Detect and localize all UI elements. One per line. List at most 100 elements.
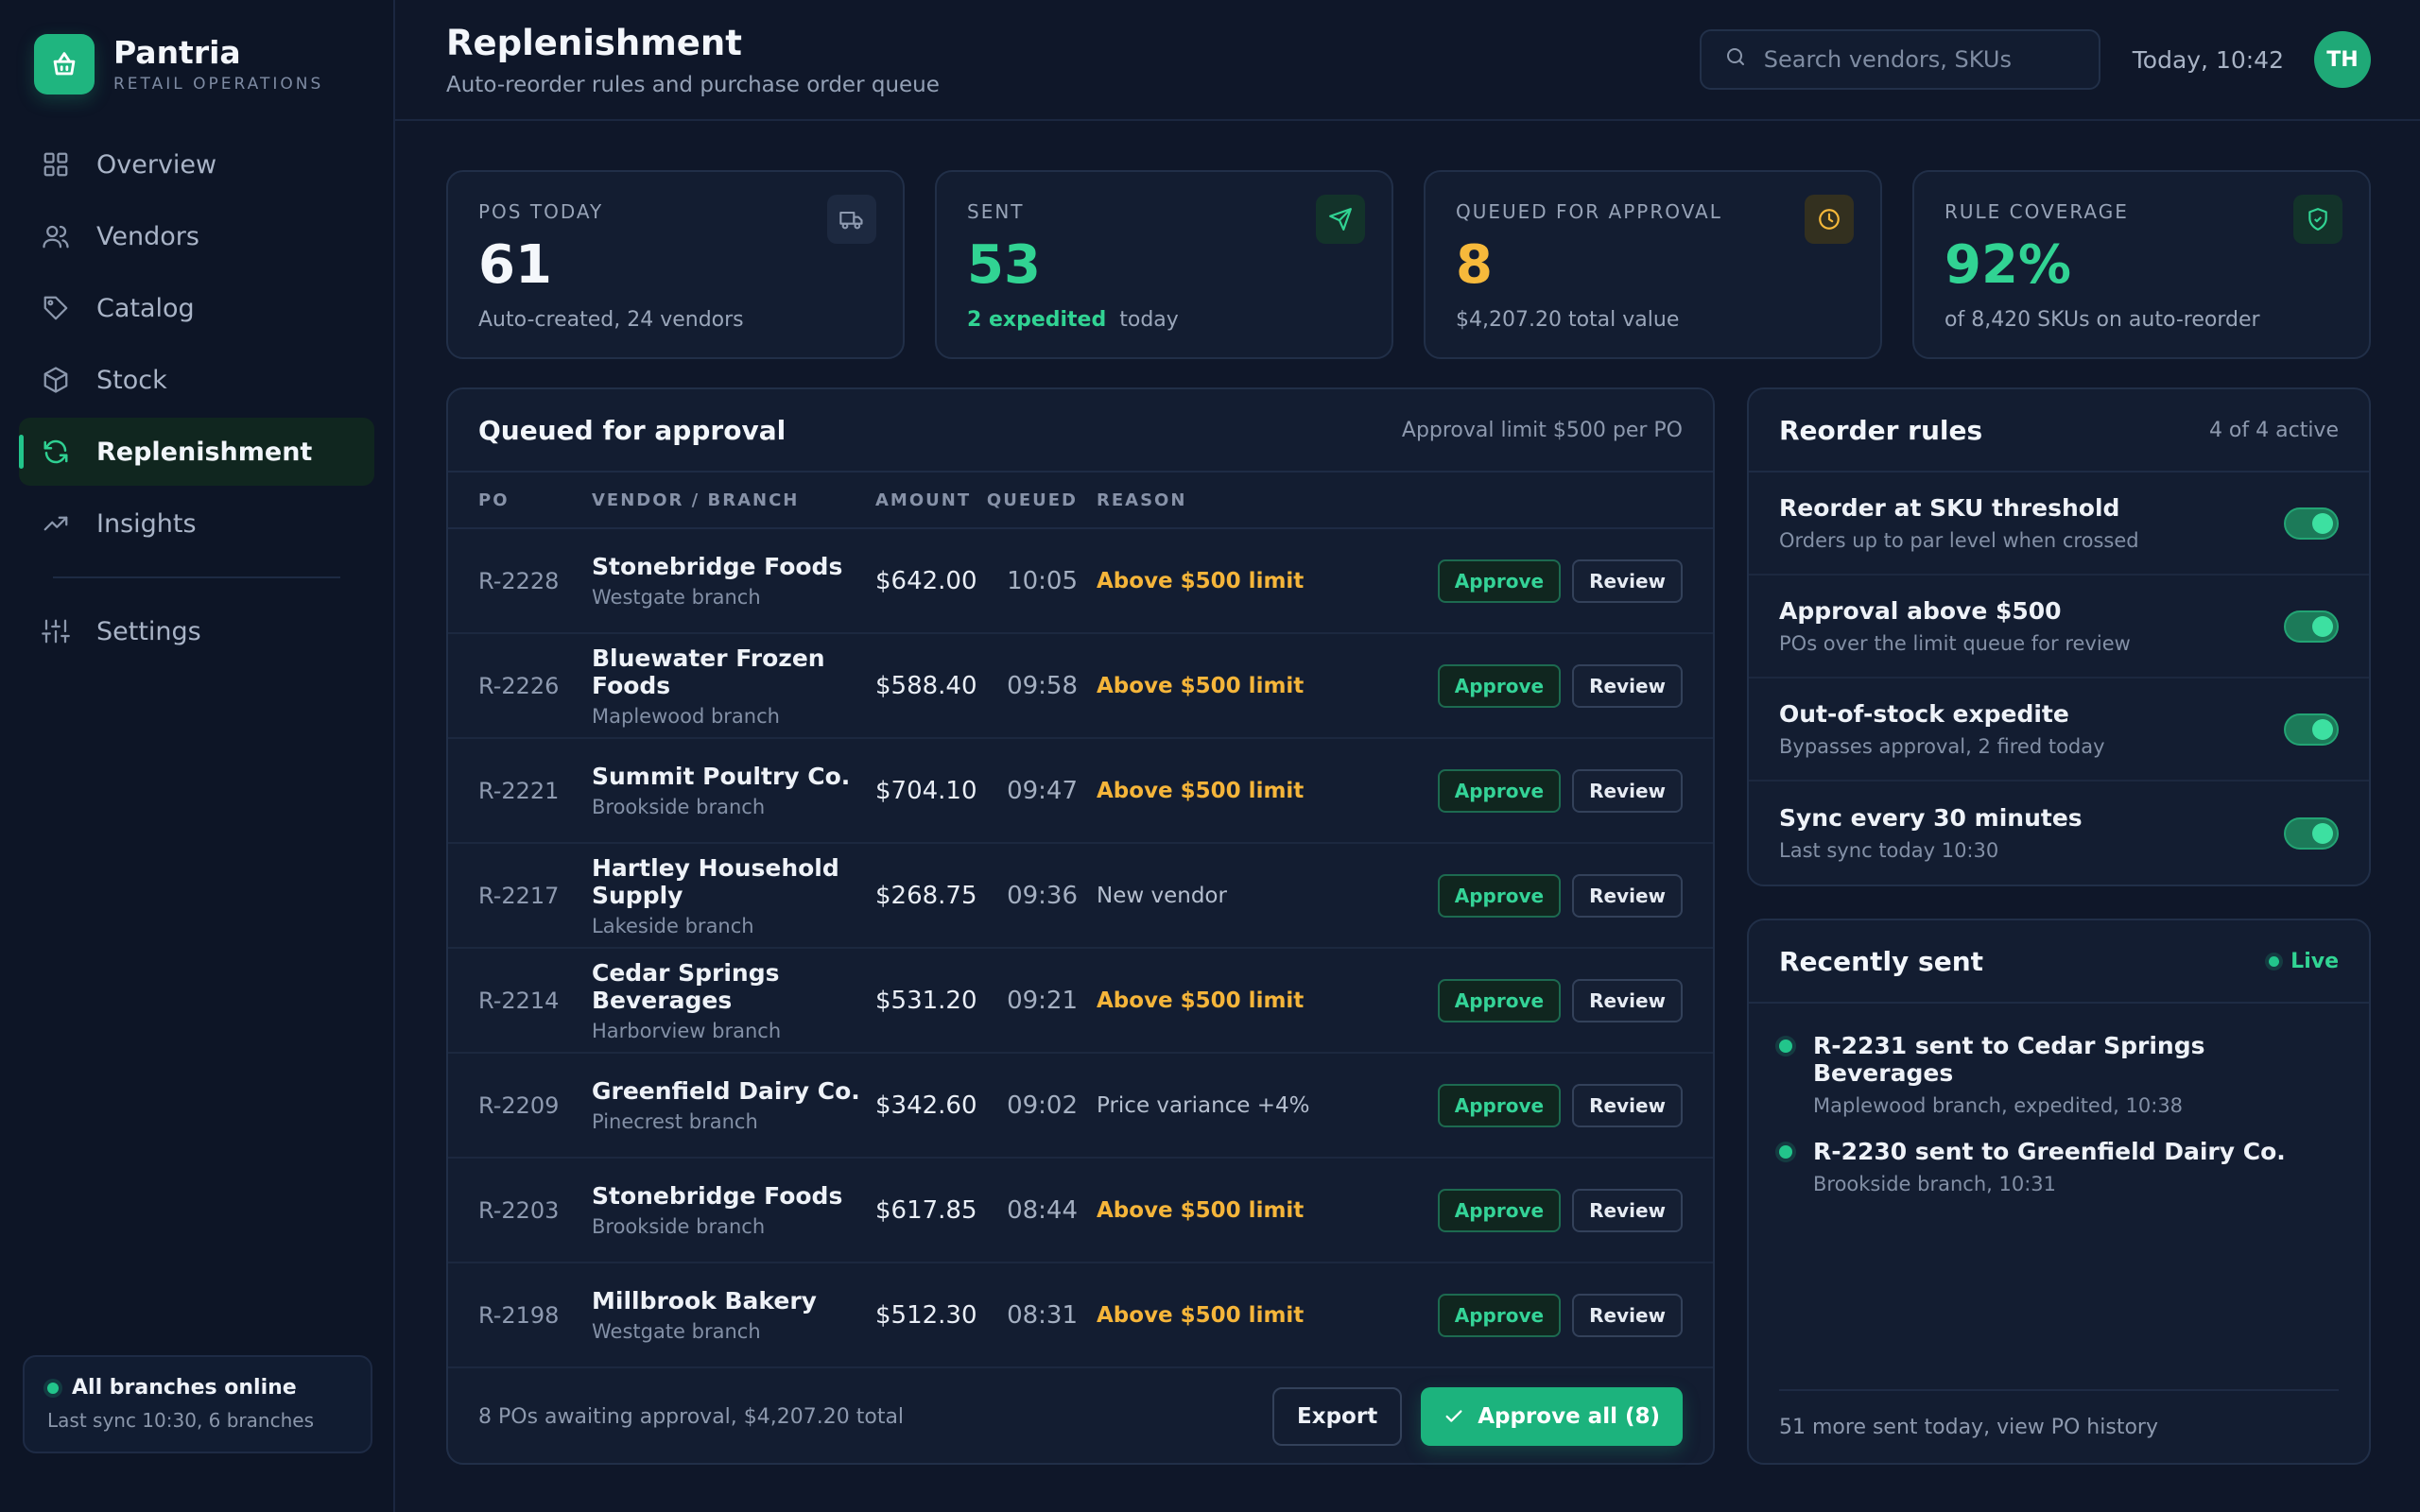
kpi-label: QUEUED FOR APPROVAL <box>1456 200 1722 223</box>
vendor-branch: Brookside branch <box>592 796 766 818</box>
column-header-vendor[interactable]: VENDOR / BRANCH <box>592 490 875 510</box>
sidebar-item-stock[interactable]: Stock <box>19 346 374 414</box>
shield-icon <box>2293 195 2342 244</box>
approve-button[interactable]: Approve <box>1437 873 1562 918</box>
review-button[interactable]: Review <box>1572 558 1683 603</box>
table-footer: 8 POs awaiting approval, $4,207.20 total… <box>448 1370 1713 1463</box>
sidebar-item-vendors[interactable]: Vendors <box>19 202 374 270</box>
sidebar-item-label: Overview <box>96 149 217 180</box>
brand-name: Pantria <box>113 34 241 71</box>
box-icon <box>40 364 72 396</box>
review-button[interactable]: Review <box>1572 873 1683 918</box>
vendor-name: Millbrook Bakery <box>592 1287 817 1314</box>
approve-button[interactable]: Approve <box>1437 558 1562 603</box>
table-row[interactable]: R-2198 Millbrook Bakery Westgate branch $51… <box>448 1263 1713 1368</box>
approve-button[interactable]: Approve <box>1437 768 1562 813</box>
rule-item: Reorder at SKU threshold Orders up to par… <box>1749 472 2369 576</box>
sidebar-item-catalog[interactable]: Catalog <box>19 274 374 342</box>
sidebar-item-settings[interactable]: Settings <box>19 597 374 665</box>
po-amount: $617.85 <box>875 1195 977 1225</box>
queue-reason: New vendor <box>1097 883 1227 908</box>
approve-button[interactable]: Approve <box>1437 1188 1562 1232</box>
panel-title: Recently sent <box>1779 945 1984 977</box>
vendor-name: Summit Poultry Co. <box>592 763 851 790</box>
review-button[interactable]: Review <box>1572 1188 1683 1232</box>
refresh-icon <box>40 436 72 468</box>
kpi-highlight: 2 expedited <box>967 308 1107 332</box>
kpi-value: 92% <box>1945 234 2072 296</box>
approve-button[interactable]: Approve <box>1437 1083 1562 1127</box>
send-icon <box>1316 195 1365 244</box>
queued-time: 09:58 <box>1007 671 1078 700</box>
table-row[interactable]: R-2203 Stonebridge Foods Brookside branch $… <box>448 1159 1713 1263</box>
po-number: R-2217 <box>478 882 560 909</box>
sidebar-item-label: Vendors <box>96 221 199 251</box>
sent-title: R-2230 sent to Greenfield Dairy Co. <box>1813 1138 2286 1165</box>
sent-list: R-2231 sent to Cedar Springs Beverages Ma… <box>1749 1004 2369 1195</box>
table-row[interactable]: R-2221 Summit Poultry Co. Brookside branch… <box>448 739 1713 844</box>
rule-item: Approval above $500 POs over the limit qu… <box>1749 576 2369 679</box>
review-button[interactable]: Review <box>1572 1083 1683 1127</box>
vendor-name: Stonebridge Foods <box>592 553 843 580</box>
vendor-branch: Lakeside branch <box>592 914 754 937</box>
vendor-name: Stonebridge Foods <box>592 1182 843 1210</box>
po-number: R-2228 <box>478 567 560 594</box>
tag-icon <box>40 292 72 324</box>
branch-status: All branches online Last sync 10:30, 6 b… <box>23 1355 372 1453</box>
column-header-queued[interactable]: QUEUED <box>966 490 1078 510</box>
column-header-reason[interactable]: REASON <box>1078 490 1342 510</box>
sent-subtitle: Maplewood branch, expedited, 10:38 <box>1813 1094 2184 1117</box>
avatar[interactable]: TH <box>2314 31 2371 88</box>
kpi-subtitle: of 8,420 SKUs on auto-reorder <box>1945 308 2260 332</box>
table-row[interactable]: R-2209 Greenfield Dairy Co. Pinecrest bran… <box>448 1054 1713 1159</box>
rules-active-count: 4 of 4 active <box>2208 418 2339 442</box>
sidebar-item-label: Insights <box>96 508 197 539</box>
po-number: R-2203 <box>478 1196 560 1224</box>
toggle-knob <box>2312 615 2333 637</box>
approve-button[interactable]: Approve <box>1437 1293 1562 1337</box>
sidebar-item-replenishment[interactable]: Replenishment <box>19 418 374 486</box>
po-history-link[interactable]: 51 more sent today, view PO history <box>1779 1389 2339 1463</box>
export-button[interactable]: Export <box>1272 1387 1403 1446</box>
brand-subtitle: RETAIL OPERATIONS <box>113 75 324 94</box>
approve-button[interactable]: Approve <box>1437 663 1562 708</box>
kpi-label: SENT <box>967 200 1025 223</box>
search-input[interactable] <box>1763 46 2085 73</box>
po-number: R-2209 <box>478 1091 560 1119</box>
status-dot-icon <box>47 1382 59 1394</box>
sent-item[interactable]: R-2231 sent to Cedar Springs Beverages Ma… <box>1749 1004 2369 1117</box>
sidebar-item-insights[interactable]: Insights <box>19 490 374 558</box>
review-button[interactable]: Review <box>1572 663 1683 708</box>
vendor-name: Bluewater Frozen Foods <box>592 644 825 699</box>
review-button[interactable]: Review <box>1572 978 1683 1022</box>
review-button[interactable]: Review <box>1572 1293 1683 1337</box>
rule-toggle[interactable] <box>2284 610 2339 643</box>
queue-reason: Above $500 limit <box>1097 1302 1305 1328</box>
column-header-amount[interactable]: AMOUNT <box>875 490 969 510</box>
sidebar-item-overview[interactable]: Overview <box>19 130 374 198</box>
rule-toggle[interactable] <box>2284 713 2339 746</box>
basket-icon[interactable] <box>34 34 95 94</box>
table-row[interactable]: R-2228 Stonebridge Foods Westgate branch $6… <box>448 529 1713 634</box>
rule-toggle[interactable] <box>2284 507 2339 540</box>
sidebar-item-label: Settings <box>96 616 201 646</box>
table-row[interactable]: R-2217 Hartley Household Supply Lakeside b… <box>448 844 1713 949</box>
rule-toggle[interactable] <box>2284 816 2339 850</box>
po-number: R-2226 <box>478 672 560 699</box>
approve-all-button[interactable]: Approve all (8) <box>1421 1387 1683 1446</box>
rule-name: Approval above $500 <box>1779 597 2062 625</box>
search-box[interactable] <box>1699 29 2100 90</box>
approve-button[interactable]: Approve <box>1437 978 1562 1022</box>
column-header-po[interactable]: PO <box>478 490 592 510</box>
main: Replenishment Auto-reorder rules and pur… <box>395 0 2420 1512</box>
page-subtitle: Auto-reorder rules and purchase order qu… <box>446 72 940 97</box>
review-button[interactable]: Review <box>1572 768 1683 813</box>
table-row[interactable]: R-2226 Bluewater Frozen Foods Maplewood br… <box>448 634 1713 739</box>
kpi-queued: QUEUED FOR APPROVAL 8 $4,207.20 total va… <box>1424 170 1882 359</box>
sidebar-item-label: Catalog <box>96 293 195 323</box>
sidebar-nav: Overview Vendors Catalog Stock Replenish… <box>0 130 393 665</box>
sent-item[interactable]: R-2230 sent to Greenfield Dairy Co. Brook… <box>1749 1117 2369 1195</box>
table-row[interactable]: R-2214 Cedar Springs Beverages Harborview … <box>448 949 1713 1054</box>
vendor-branch: Harborview branch <box>592 1019 782 1042</box>
queue-reason: Above $500 limit <box>1097 673 1305 698</box>
